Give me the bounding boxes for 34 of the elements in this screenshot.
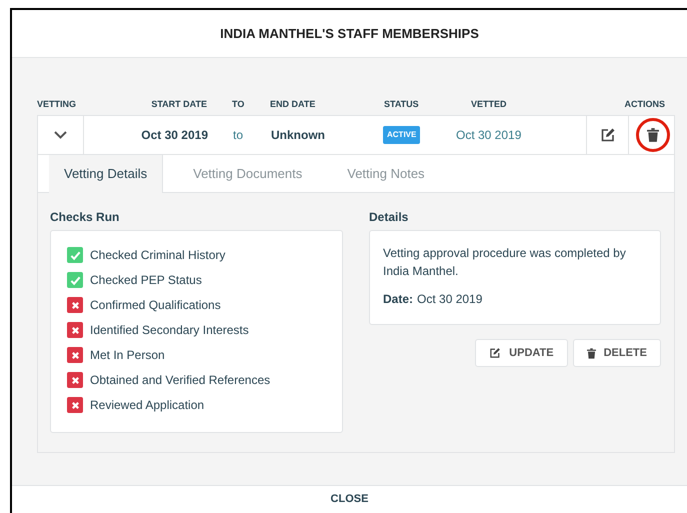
update-button[interactable]: UPDATE <box>475 339 568 367</box>
status-badge: ACTIVE <box>383 126 420 144</box>
details-text: Vetting approval procedure was completed by India Manthel. <box>383 245 627 280</box>
column-header: VETTED <box>470 98 507 112</box>
end-date: Unknown <box>270 127 326 144</box>
trash-icon <box>646 128 658 142</box>
column-header: VETTING <box>37 98 76 112</box>
check-label: Identified Secondary Interests <box>90 322 249 339</box>
column-header: TO <box>231 98 244 112</box>
tab[interactable]: Vetting Details <box>49 155 164 193</box>
check-label: Checked PEP Status <box>90 272 202 289</box>
column-header: START DATE <box>151 98 208 112</box>
check-label: Obtained and Verified References <box>90 372 270 389</box>
trash-icon <box>586 348 596 358</box>
vetted-date: Oct 30 2019 <box>455 127 522 144</box>
details-title: Details <box>369 209 410 226</box>
start-date: Oct 30 2019 <box>141 127 209 144</box>
check-label: Confirmed Qualifications <box>90 297 221 314</box>
date-value: Oct 30 2019 <box>417 291 482 308</box>
check-label: Checked Criminal History <box>90 247 226 264</box>
check-label: Reviewed Application <box>90 397 204 414</box>
column-header: STATUS <box>383 98 419 112</box>
date-label: Date: <box>383 291 414 308</box>
checks-title: Checks Run <box>50 209 120 226</box>
close-button[interactable]: CLOSE <box>330 491 368 508</box>
delete-button[interactable]: DELETE <box>572 339 661 367</box>
check-label: Met In Person <box>90 347 165 364</box>
dialog-title: INDIA MANTHEL'S STAFF MEMBERSHIPS <box>220 24 479 43</box>
column-header: ACTIONS <box>624 98 666 112</box>
edit-icon <box>489 347 502 359</box>
to-label: to <box>232 127 244 144</box>
edit-icon <box>600 127 616 143</box>
column-header: END DATE <box>269 98 316 112</box>
chevron-icon <box>54 131 67 139</box>
